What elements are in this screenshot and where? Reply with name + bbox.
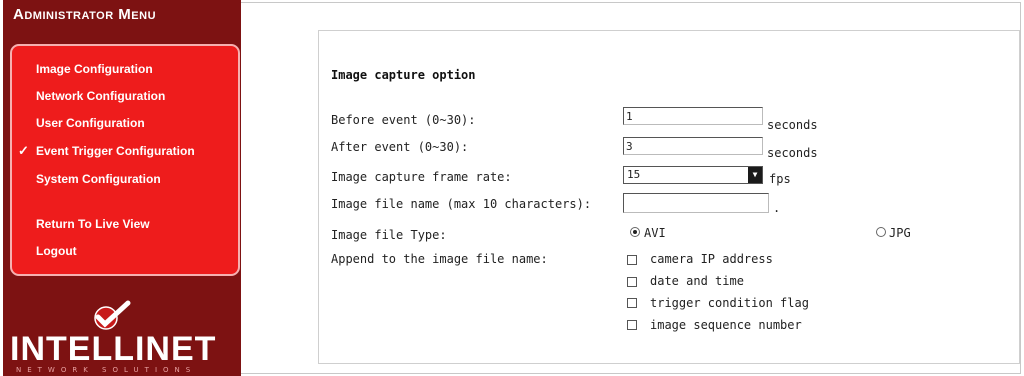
file-name-input[interactable] xyxy=(623,193,769,213)
menu-item-event-trigger-configuration[interactable]: ✓ Event Trigger Configuration xyxy=(18,143,195,158)
frame-rate-unit: fps xyxy=(769,172,791,186)
file-type-label: Image file Type: xyxy=(331,228,447,242)
append-label: Append to the image file name: xyxy=(331,252,548,266)
radio-avi-label: AVI xyxy=(644,226,666,240)
section-title: Image capture option xyxy=(331,68,476,82)
after-event-input[interactable] xyxy=(623,137,763,155)
checkbox-date-time[interactable] xyxy=(627,277,637,287)
menu-item-image-configuration[interactable]: Image Configuration xyxy=(36,62,153,76)
checkbox-camera-ip[interactable] xyxy=(627,255,637,265)
checkbox-trigger-flag-label: trigger condition flag xyxy=(650,296,809,310)
checkbox-date-time-label: date and time xyxy=(650,274,744,288)
file-name-suffix: . xyxy=(773,201,781,215)
radio-avi[interactable] xyxy=(630,227,640,237)
checkmark-logo-icon xyxy=(94,300,131,330)
before-event-label: Before event (0~30): xyxy=(331,113,476,127)
frame-rate-select[interactable]: 15 ▼ xyxy=(623,166,763,184)
checkbox-sequence-number-label: image sequence number xyxy=(650,318,802,332)
after-event-unit: seconds xyxy=(767,146,818,160)
menu-item-return-to-live-view[interactable]: Return To Live View xyxy=(36,217,150,231)
file-name-label: Image file name (max 10 characters): xyxy=(331,197,592,211)
checkbox-camera-ip-label: camera IP address xyxy=(650,252,773,266)
menu-item-system-configuration[interactable]: System Configuration xyxy=(36,172,161,186)
chevron-down-icon[interactable]: ▼ xyxy=(748,167,762,183)
logo-text: INTELLINET xyxy=(10,330,217,368)
frame-rate-label: Image capture frame rate: xyxy=(331,170,512,184)
active-check-icon: ✓ xyxy=(18,143,29,158)
menu-item-network-configuration[interactable]: Network Configuration xyxy=(36,89,165,103)
radio-jpg-label: JPG xyxy=(889,226,911,240)
before-event-input[interactable] xyxy=(623,107,763,125)
menu-item-logout[interactable]: Logout xyxy=(36,244,77,258)
sidebar-title: Administrator Menu xyxy=(13,6,157,23)
logo-subtext: NETWORK SOLUTIONS xyxy=(16,366,197,374)
menu-item-label: Event Trigger Configuration xyxy=(36,144,195,158)
menu-item-user-configuration[interactable]: User Configuration xyxy=(36,116,145,130)
frame-rate-value: 15 xyxy=(627,168,641,181)
after-event-label: After event (0~30): xyxy=(331,140,469,154)
radio-jpg[interactable] xyxy=(876,227,886,237)
menu-panel xyxy=(10,44,240,276)
checkbox-sequence-number[interactable] xyxy=(627,320,637,330)
before-event-unit: seconds xyxy=(767,118,818,132)
checkbox-trigger-flag[interactable] xyxy=(627,298,637,308)
